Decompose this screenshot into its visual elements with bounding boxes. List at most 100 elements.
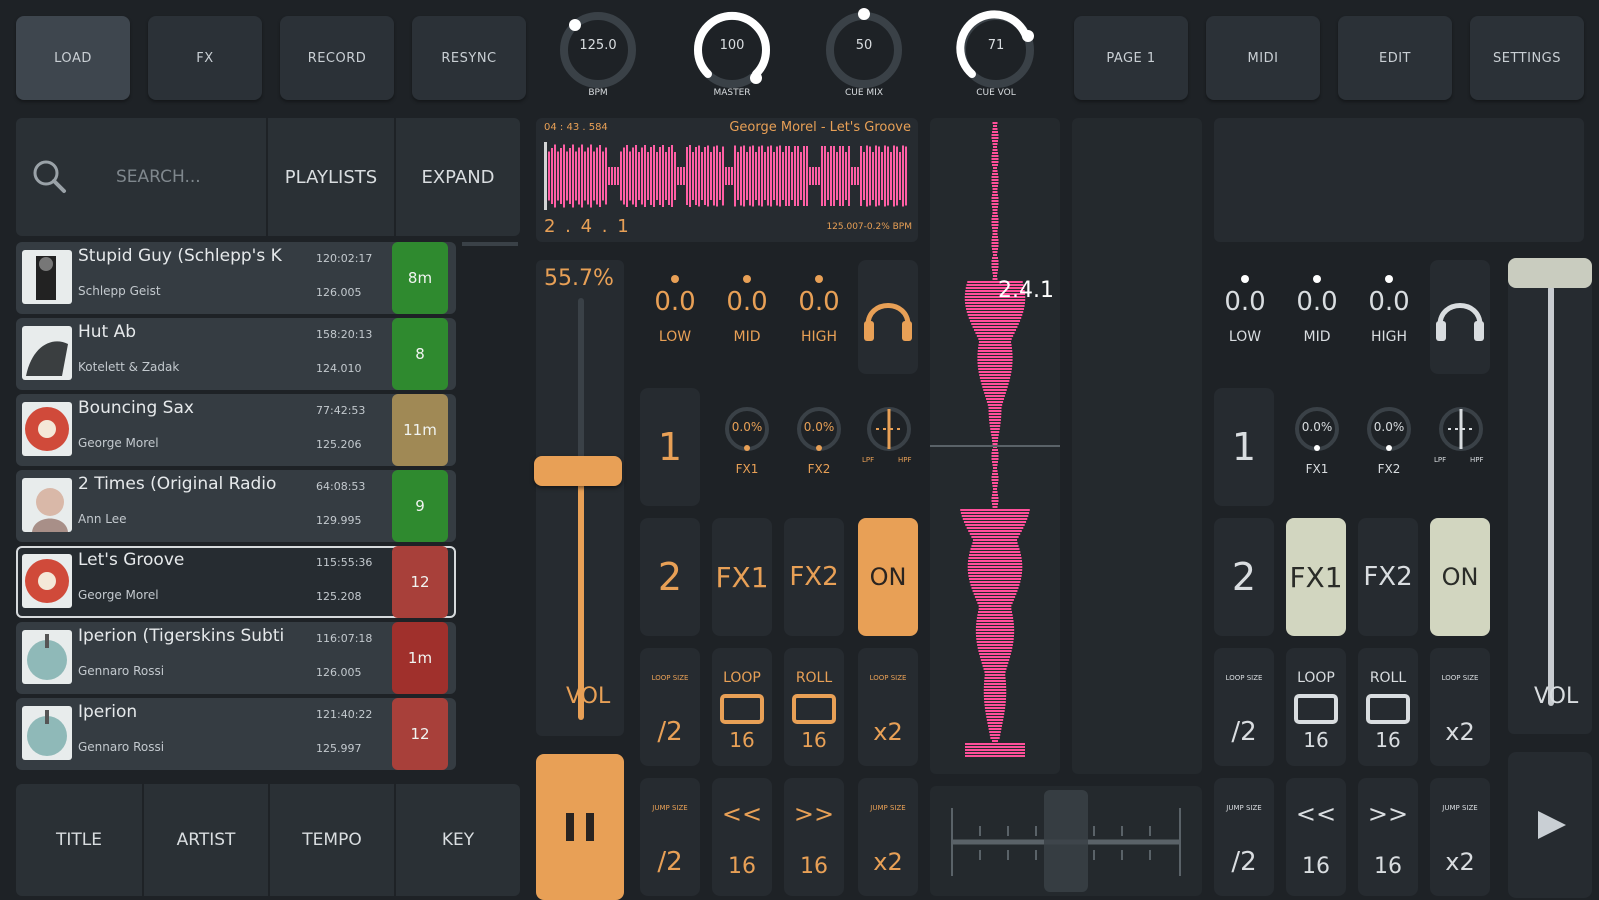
table-row[interactable]: Bouncing Sax George Morel 77:42:53 125.206 1… bbox=[16, 394, 456, 466]
deck-a-jump-back[interactable]: << 16 bbox=[712, 778, 772, 896]
waveform-bar bbox=[638, 152, 640, 200]
deck-b-on-button[interactable]: ON bbox=[1430, 518, 1490, 636]
waveform-bar bbox=[984, 671, 1006, 673]
deck-a-on-button[interactable]: ON bbox=[858, 518, 918, 636]
center-waveform-b[interactable] bbox=[1072, 118, 1202, 774]
deck-a-pitch-slider[interactable]: 55.7% VOL bbox=[534, 260, 624, 736]
deck-a-eq-mid[interactable]: 0.0 MID bbox=[712, 265, 782, 355]
deck-a-fx2-knob[interactable]: 0.0% FX2 bbox=[784, 400, 854, 500]
deck-b-jump-half[interactable]: JUMP SIZE /2 bbox=[1214, 778, 1274, 896]
playlists-button[interactable]: PLAYLISTS bbox=[268, 118, 394, 236]
deck-b-jump-back[interactable]: << 16 bbox=[1286, 778, 1346, 896]
fx-button[interactable]: FX bbox=[148, 16, 262, 100]
deck-a-waveform[interactable]: 04 : 43 . 584 George Morel - Let's Groov… bbox=[536, 118, 918, 242]
table-row[interactable]: Stupid Guy (Schlepp's K Schlepp Geist 120:… bbox=[16, 242, 456, 314]
deck-a-headphone-button[interactable] bbox=[858, 260, 918, 374]
waveform-bar bbox=[991, 221, 999, 223]
waveform-bar bbox=[722, 146, 724, 206]
waveform-bar bbox=[740, 146, 742, 206]
deck-b-fx1-knob[interactable]: 0.0% FX1 bbox=[1282, 400, 1352, 500]
loop-icon bbox=[720, 694, 764, 724]
waveform-bar bbox=[976, 617, 1014, 619]
track-bpm: 125.997 bbox=[316, 742, 362, 755]
deck-a-jump-forward[interactable]: >> 16 bbox=[784, 778, 844, 896]
waveform-bar bbox=[788, 146, 790, 206]
waveform-bar bbox=[977, 353, 1013, 355]
table-row[interactable]: Let's Groove George Morel 115:55:36 125.208… bbox=[16, 546, 456, 618]
deck-a-hotcue-1[interactable]: 1 bbox=[640, 388, 700, 506]
waveform-bar bbox=[965, 746, 1025, 748]
deck-a-filter-knob[interactable]: LPF HPF bbox=[856, 400, 922, 500]
deck-b-loop-double[interactable]: LOOP SIZE x2 bbox=[1430, 648, 1490, 766]
deck-b-loop-half[interactable]: LOOP SIZE /2 bbox=[1214, 648, 1274, 766]
deck-a-loop-half[interactable]: LOOP SIZE /2 bbox=[640, 648, 700, 766]
sort-title-button[interactable]: TITLE bbox=[16, 784, 142, 896]
deck-b-filter-knob[interactable]: LPF HPF bbox=[1428, 400, 1494, 500]
deck-b-play-button[interactable] bbox=[1508, 752, 1592, 898]
scrollbar[interactable] bbox=[462, 242, 518, 246]
deck-b-eq-high[interactable]: 0.0 HIGH bbox=[1354, 265, 1424, 355]
sort-tempo-button[interactable]: TEMPO bbox=[270, 784, 394, 896]
waveform-bar bbox=[674, 152, 676, 200]
deck-b-fx2-button[interactable]: FX2 bbox=[1358, 518, 1418, 636]
crossfader-handle[interactable] bbox=[1044, 790, 1088, 892]
midi-button[interactable]: MIDI bbox=[1206, 16, 1320, 100]
deck-a-jump-double[interactable]: JUMP SIZE x2 bbox=[858, 778, 918, 896]
deck-a-fx1-knob[interactable]: 0.0% FX1 bbox=[712, 400, 782, 500]
deck-a-loop-double[interactable]: LOOP SIZE x2 bbox=[858, 648, 918, 766]
waveform-bar bbox=[992, 185, 998, 187]
waveform-bar bbox=[976, 335, 1014, 337]
slider-handle[interactable] bbox=[534, 456, 622, 486]
table-row[interactable]: Iperion Gennaro Rossi 121:40:22 125.997 12 bbox=[16, 698, 456, 770]
slider-handle[interactable] bbox=[1508, 258, 1592, 288]
deck-a-roll-button[interactable]: ROLL 16 bbox=[784, 648, 844, 766]
crossfader[interactable] bbox=[930, 786, 1202, 896]
resync-button[interactable]: RESYNC bbox=[412, 16, 526, 100]
deck-a-loop-button[interactable]: LOOP 16 bbox=[712, 648, 772, 766]
page-button[interactable]: PAGE 1 bbox=[1074, 16, 1188, 100]
eq-high-label: HIGH bbox=[1370, 329, 1408, 345]
center-waveform-a[interactable]: 2.4.1 bbox=[930, 118, 1060, 774]
deck-a-hotcue-2[interactable]: 2 bbox=[640, 518, 700, 636]
deck-b-eq-mid[interactable]: 0.0 MID bbox=[1282, 265, 1352, 355]
deck-a-vol-label: VOL bbox=[566, 684, 611, 709]
waveform-bar bbox=[971, 587, 1019, 589]
settings-button[interactable]: SETTINGS bbox=[1470, 16, 1584, 100]
deck-a-pause-button[interactable] bbox=[536, 754, 624, 900]
waveform-bar bbox=[991, 134, 999, 136]
record-button[interactable]: RECORD bbox=[280, 16, 394, 100]
deck-a-fx1-button[interactable]: FX1 bbox=[712, 518, 772, 636]
deck-a-eq-low[interactable]: 0.0 LOW bbox=[640, 265, 710, 355]
table-row[interactable]: Iperion (Tigerskins Subti Gennaro Rossi 11… bbox=[16, 622, 456, 694]
deck-b-fx2-knob[interactable]: 0.0% FX2 bbox=[1354, 400, 1424, 500]
deck-b-hotcue-1[interactable]: 1 bbox=[1214, 388, 1274, 506]
deck-b-waveform[interactable] bbox=[1214, 118, 1584, 242]
table-row[interactable]: Hut Ab Kotelett & Zadak 158:20:13 124.010 8 bbox=[16, 318, 456, 390]
expand-button[interactable]: EXPAND bbox=[396, 118, 520, 236]
edit-button[interactable]: EDIT bbox=[1338, 16, 1452, 100]
deck-b-eq-low[interactable]: 0.0 LOW bbox=[1210, 265, 1280, 355]
waveform-bar bbox=[968, 530, 1022, 532]
waveform-bar bbox=[677, 167, 679, 185]
search-box[interactable]: SEARCH... bbox=[16, 118, 266, 236]
deck-b-vol-slider[interactable]: VOL bbox=[1508, 258, 1592, 734]
waveform-bar bbox=[761, 145, 763, 207]
sort-key-button[interactable]: KEY bbox=[396, 784, 520, 896]
load-button[interactable]: LOAD bbox=[16, 16, 130, 100]
deck-b-fx1-button[interactable]: FX1 bbox=[1286, 518, 1346, 636]
deck-b-jump-double[interactable]: JUMP SIZE x2 bbox=[1430, 778, 1490, 896]
sort-artist-button[interactable]: ARTIST bbox=[144, 784, 268, 896]
deck-a-eq-high[interactable]: 0.0 HIGH bbox=[784, 265, 854, 355]
waveform-bar bbox=[665, 152, 667, 200]
waveform-bar bbox=[977, 644, 1013, 646]
deck-b-roll-button[interactable]: ROLL 16 bbox=[1358, 648, 1418, 766]
deck-b-headphone-button[interactable] bbox=[1430, 260, 1490, 374]
deck-b-hotcue-2[interactable]: 2 bbox=[1214, 518, 1274, 636]
deck-b-loop-button[interactable]: LOOP 16 bbox=[1286, 648, 1346, 766]
deck-a-jump-half[interactable]: JUMP SIZE /2 bbox=[640, 778, 700, 896]
deck-b-jump-forward[interactable]: >> 16 bbox=[1358, 778, 1418, 896]
waveform-bar bbox=[869, 146, 871, 206]
deck-a-fx2-button[interactable]: FX2 bbox=[784, 518, 844, 636]
browser-header: SEARCH... PLAYLISTS EXPAND bbox=[16, 118, 520, 236]
table-row[interactable]: 2 Times (Original Radio Ann Lee 64:08:53 12… bbox=[16, 470, 456, 542]
